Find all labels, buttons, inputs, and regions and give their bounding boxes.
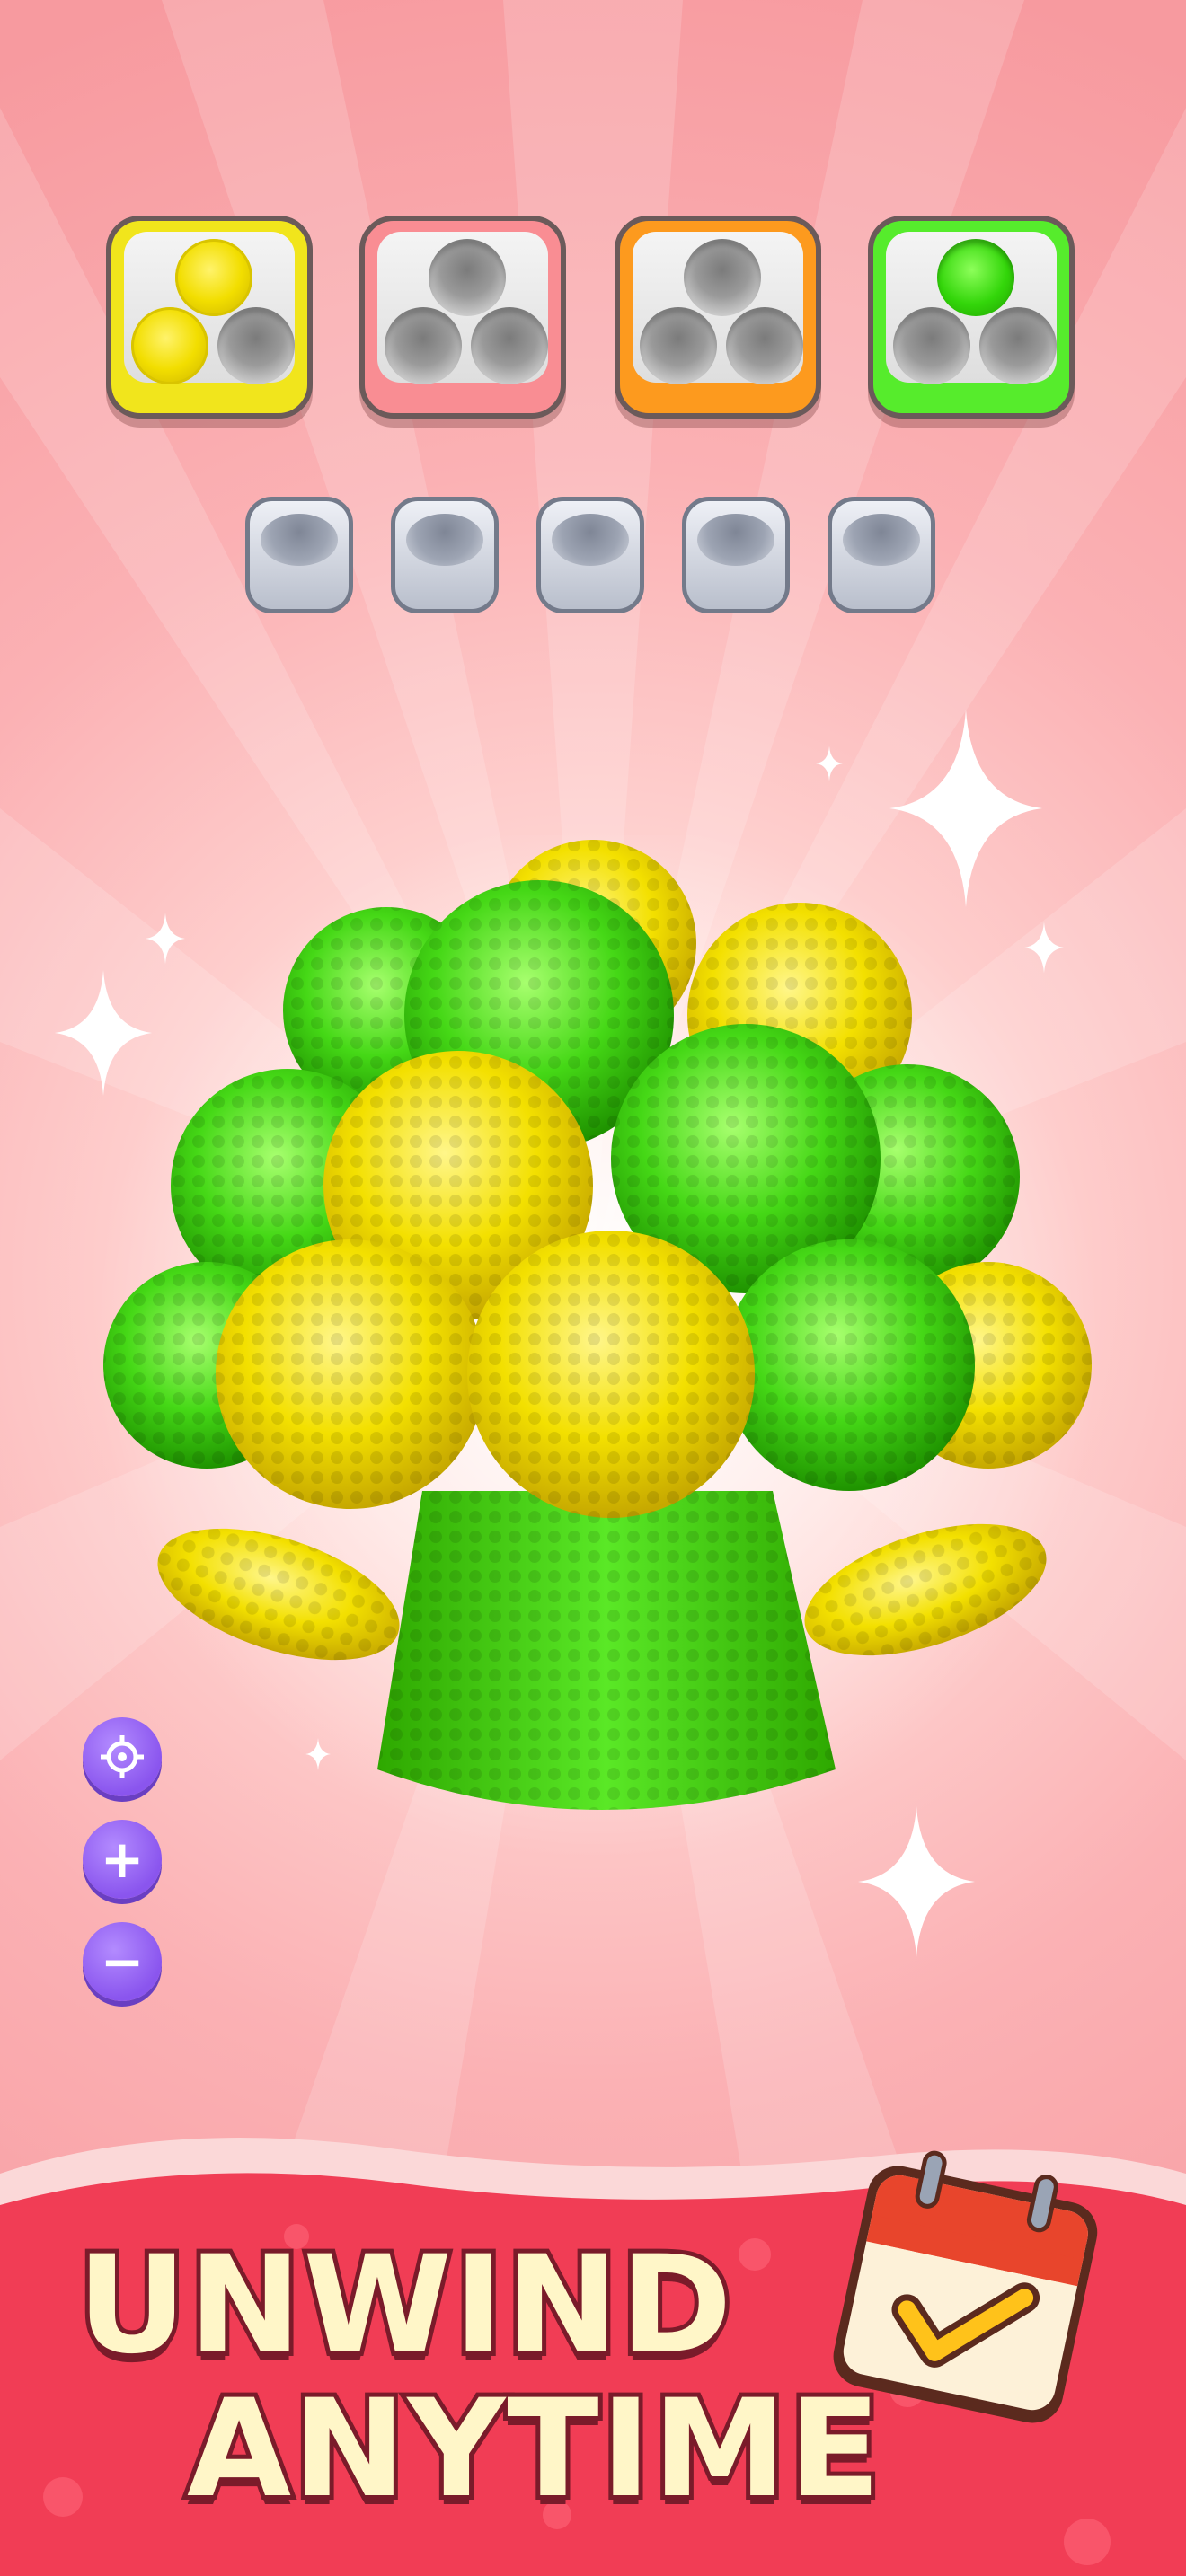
cup-opening (552, 514, 629, 566)
cup-opening (697, 514, 774, 566)
empty-slot (640, 307, 717, 384)
zoom-in-button[interactable]: + (83, 1820, 162, 1899)
green-stem (377, 1491, 836, 1810)
cup-opening (406, 514, 483, 566)
filled-slot (131, 307, 208, 384)
calendar-check-icon (833, 2150, 1098, 2423)
tray-slots (633, 232, 803, 384)
floret-yellow (467, 1231, 755, 1518)
floret-green (723, 1239, 975, 1491)
game-stage: + − UNWIND ANYTIME (0, 0, 1186, 2576)
tray-slots (377, 232, 548, 384)
color-tray-yellow[interactable] (106, 216, 313, 419)
holding-cup[interactable] (391, 497, 499, 613)
holding-cup[interactable] (536, 497, 644, 613)
banner-title-line2: ANYTIME (182, 2367, 885, 2532)
recenter-button[interactable] (83, 1717, 162, 1796)
zoom-out-button[interactable]: − (83, 1922, 162, 2001)
floret-yellow (216, 1239, 485, 1509)
filled-slot (175, 239, 252, 316)
cup-opening (843, 514, 920, 566)
empty-slot (429, 239, 506, 316)
color-tray-pink[interactable] (359, 216, 566, 419)
plus-icon: + (100, 1829, 145, 1890)
empty-slot (979, 307, 1057, 384)
empty-slot (471, 307, 548, 384)
holding-cup[interactable] (682, 497, 790, 613)
empty-slot (893, 307, 970, 384)
filled-slot (937, 239, 1014, 316)
broccoli-puzzle-model[interactable] (90, 835, 1105, 1868)
sparkle-icon (816, 745, 843, 781)
banner-title-line1: UNWIND (73, 2223, 737, 2388)
tray-slots (886, 232, 1057, 384)
holding-cup[interactable] (828, 497, 935, 613)
color-tray-orange[interactable] (615, 216, 821, 419)
tray-slots (124, 232, 295, 384)
empty-slot (726, 307, 803, 384)
crosshair-icon (101, 1735, 144, 1778)
holding-cup[interactable] (245, 497, 353, 613)
empty-slot (217, 307, 295, 384)
color-tray-green[interactable] (868, 216, 1075, 419)
empty-slot (684, 239, 761, 316)
empty-slot (385, 307, 462, 384)
minus-icon: − (100, 1931, 145, 1992)
cup-opening (261, 514, 338, 566)
